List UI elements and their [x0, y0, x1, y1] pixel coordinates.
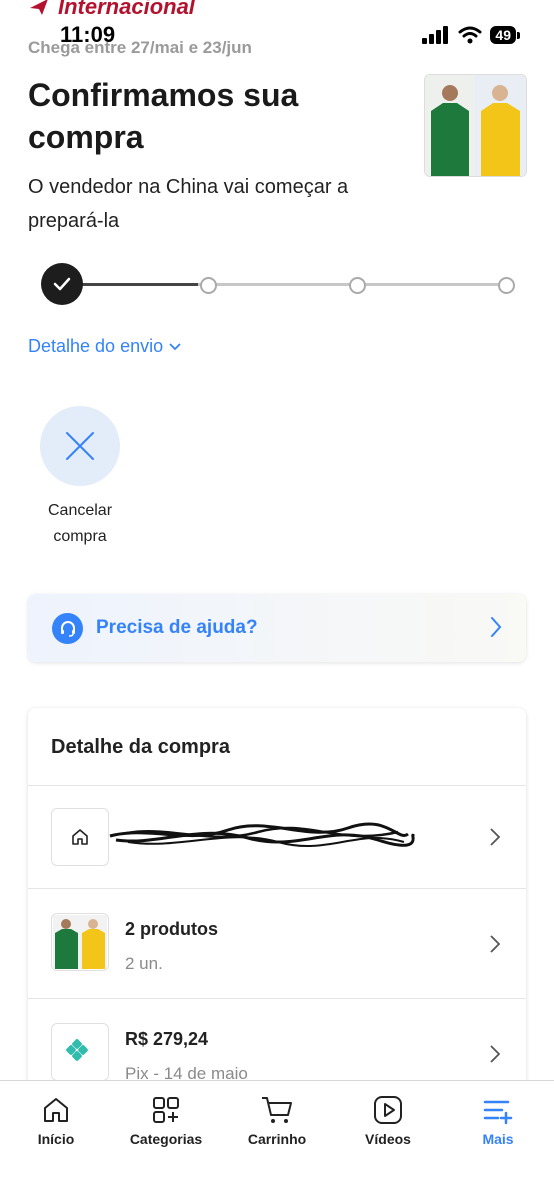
- home-icon: [44, 1098, 68, 1122]
- nav-label: Início: [37, 1131, 75, 1147]
- close-icon: [66, 432, 94, 460]
- status-time: 11:09: [60, 22, 116, 47]
- products-thumbnail: [51, 913, 109, 971]
- bottom-navigation: Início Categorias Carrinho Vídeos Mais: [0, 1080, 554, 1200]
- purchase-detail-title: Detalhe da compra: [51, 736, 230, 758]
- purchase-detail-card: Detalhe da compra 2 produtos 2 un. R$ 27…: [28, 708, 526, 1128]
- payment-amount: R$ 279,24: [125, 1029, 209, 1049]
- nav-item-mais[interactable]: Mais: [443, 1095, 553, 1147]
- home-icon: [51, 808, 109, 866]
- green-shirt-image: [425, 75, 475, 176]
- page-subtitle: O vendedor na China vai começar a prepar…: [28, 176, 349, 232]
- help-label: Precisa de ajuda?: [96, 617, 258, 638]
- international-shipping-label: Internacional: [28, 0, 195, 20]
- progress-step-4: [498, 277, 515, 294]
- signal-icon: [422, 26, 449, 44]
- nav-label: Carrinho: [247, 1131, 307, 1147]
- chevron-right-icon: [490, 935, 500, 953]
- pix-icon: [51, 1023, 109, 1081]
- address-row[interactable]: [28, 785, 526, 889]
- progress-step-2: [200, 277, 217, 294]
- cancel-purchase-label[interactable]: Cancelar compra: [30, 498, 130, 550]
- headset-icon: [52, 613, 83, 644]
- products-quantity: 2 un.: [125, 954, 163, 973]
- products-row[interactable]: 2 produtos 2 un.: [28, 888, 526, 999]
- progress-step-confirmed: [41, 263, 83, 305]
- nav-label: Vídeos: [365, 1131, 411, 1147]
- page-title: Confirmamos sua compra: [28, 77, 299, 155]
- shipping-detail-link[interactable]: Detalhe do envio: [28, 336, 181, 357]
- help-card[interactable]: Precisa de ajuda?: [28, 594, 526, 662]
- progress-step-3: [349, 277, 366, 294]
- nav-item-videos[interactable]: Vídeos: [333, 1095, 443, 1147]
- shipping-detail-label: Detalhe do envio: [28, 336, 164, 356]
- brand-label: Internacional: [58, 0, 195, 19]
- nav-item-inicio[interactable]: Início: [1, 1095, 111, 1147]
- battery-indicator: 49: [490, 26, 520, 44]
- chevron-right-icon: [490, 828, 500, 846]
- status-icons: 49: [422, 26, 520, 44]
- chevron-right-icon: [491, 617, 502, 637]
- chevron-down-icon: [169, 342, 181, 350]
- airplane-icon: [30, 0, 48, 15]
- more-icon: [483, 1100, 513, 1125]
- check-icon: [53, 277, 71, 291]
- categories-icon: [153, 1097, 179, 1123]
- nav-item-categorias[interactable]: Categorias: [111, 1095, 221, 1147]
- nav-label: Mais: [482, 1131, 514, 1147]
- product-thumbnail[interactable]: [424, 74, 527, 177]
- cart-icon: [262, 1097, 292, 1123]
- redacted-address-scribble: [109, 822, 416, 847]
- chevron-right-icon: [490, 1045, 500, 1063]
- yellow-shirt-image: [475, 75, 526, 176]
- video-icon: [374, 1096, 402, 1124]
- nav-label: Categorias: [129, 1131, 203, 1147]
- wifi-icon: [458, 26, 482, 44]
- nav-item-carrinho[interactable]: Carrinho: [222, 1095, 332, 1147]
- products-count: 2 produtos: [125, 919, 218, 939]
- cancel-purchase-button[interactable]: [40, 406, 120, 486]
